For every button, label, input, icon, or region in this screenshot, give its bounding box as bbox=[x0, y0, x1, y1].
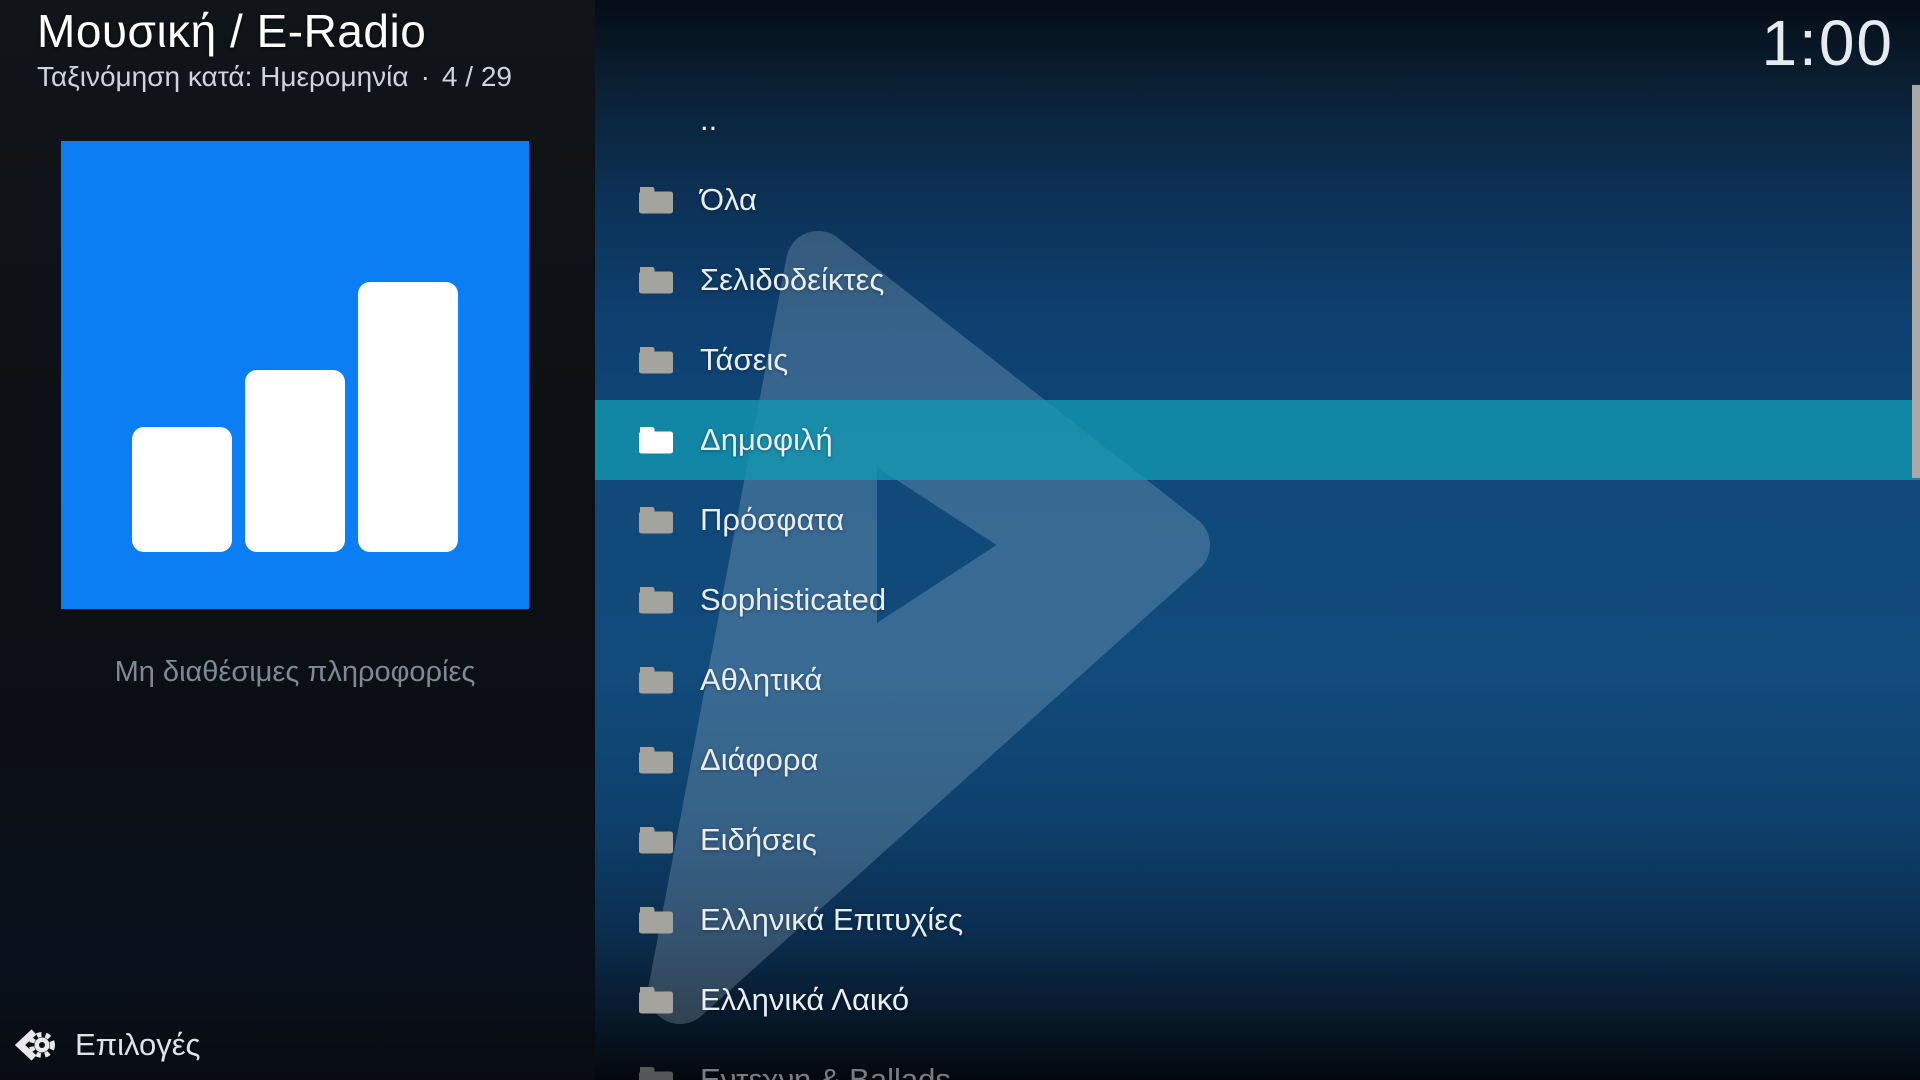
list-item[interactable]: Ελληνικά Επιτυχίες bbox=[595, 880, 1920, 960]
sort-label: Ταξινόμηση κατά: Ημερομηνία bbox=[37, 61, 409, 92]
options-label: Επιλογές bbox=[75, 1027, 200, 1063]
folder-icon bbox=[638, 905, 674, 935]
folder-icon bbox=[638, 1065, 674, 1080]
list-item[interactable]: Πρόσφατα bbox=[595, 480, 1920, 560]
list-item-label: Όλα bbox=[700, 182, 757, 218]
side-panel: Μουσική / E-Radio Ταξινόμηση κατά: Ημερο… bbox=[0, 0, 595, 1080]
list-item[interactable]: Εντεχνη & Ballads bbox=[595, 1040, 1920, 1080]
addon-thumbnail bbox=[61, 141, 529, 609]
list-item-label: Εντεχνη & Ballads bbox=[700, 1062, 951, 1080]
list-item-label: Τάσεις bbox=[700, 342, 788, 378]
thumbnail-bar bbox=[358, 282, 458, 552]
list-item-label: Δημοφιλή bbox=[700, 422, 833, 458]
list-item[interactable]: .. bbox=[595, 80, 1920, 160]
separator-dot: · bbox=[421, 61, 430, 92]
folder-icon bbox=[638, 985, 674, 1015]
list-item-label: Sophisticated bbox=[700, 582, 886, 618]
folder-list: .. Όλα Σελιδοδείκτες Τάσεις Δημοφιλή Πρόσφατα… bbox=[595, 80, 1920, 1080]
list-item-label: Διάφορα bbox=[700, 742, 818, 778]
list-item-label: Σελιδοδείκτες bbox=[700, 262, 884, 298]
sort-info: Ταξινόμηση κατά: Ημερομηνία · 4 / 29 bbox=[37, 61, 512, 93]
list-item-label: Ειδήσεις bbox=[700, 822, 817, 858]
folder-icon bbox=[638, 665, 674, 695]
page-title: Μουσική / E-Radio bbox=[37, 4, 512, 58]
no-info-text: Μη διαθέσιμες πληροφορίες bbox=[0, 656, 590, 689]
options-icon bbox=[13, 1024, 55, 1066]
folder-icon bbox=[638, 505, 674, 535]
list-item[interactable]: Όλα bbox=[595, 160, 1920, 240]
folder-icon bbox=[638, 745, 674, 775]
list-item-label: .. bbox=[700, 102, 717, 138]
folder-icon bbox=[638, 585, 674, 615]
header: Μουσική / E-Radio Ταξινόμηση κατά: Ημερο… bbox=[37, 4, 512, 93]
item-count: 4 / 29 bbox=[442, 61, 512, 92]
list-item-label: Πρόσφατα bbox=[700, 502, 844, 538]
icon-spacer bbox=[638, 105, 674, 135]
list-item[interactable]: Διάφορα bbox=[595, 720, 1920, 800]
list-item[interactable]: Δημοφιλή bbox=[595, 400, 1920, 480]
list-item[interactable]: Ελληνικά Λαικό bbox=[595, 960, 1920, 1040]
list-item[interactable]: Ειδήσεις bbox=[595, 800, 1920, 880]
list-item[interactable]: Sophisticated bbox=[595, 560, 1920, 640]
list-item-label: Ελληνικά Επιτυχίες bbox=[700, 902, 963, 938]
thumbnail-bar bbox=[245, 370, 345, 552]
folder-icon bbox=[638, 185, 674, 215]
list-item[interactable]: Αθλητικά bbox=[595, 640, 1920, 720]
options-button[interactable]: Επιλογές bbox=[13, 1024, 200, 1066]
folder-icon bbox=[638, 345, 674, 375]
list-item-label: Αθλητικά bbox=[700, 662, 822, 698]
kodi-screen: .. Όλα Σελιδοδείκτες Τάσεις Δημοφιλή Πρόσφατα… bbox=[0, 0, 1920, 1080]
folder-icon bbox=[638, 265, 674, 295]
folder-icon bbox=[638, 425, 674, 455]
scrollbar-thumb[interactable] bbox=[1912, 85, 1920, 478]
list-item-label: Ελληνικά Λαικό bbox=[700, 982, 909, 1018]
list-item[interactable]: Σελιδοδείκτες bbox=[595, 240, 1920, 320]
folder-icon bbox=[638, 825, 674, 855]
clock: 1:00 bbox=[1761, 6, 1894, 80]
list-item[interactable]: Τάσεις bbox=[595, 320, 1920, 400]
thumbnail-bar bbox=[132, 427, 232, 552]
